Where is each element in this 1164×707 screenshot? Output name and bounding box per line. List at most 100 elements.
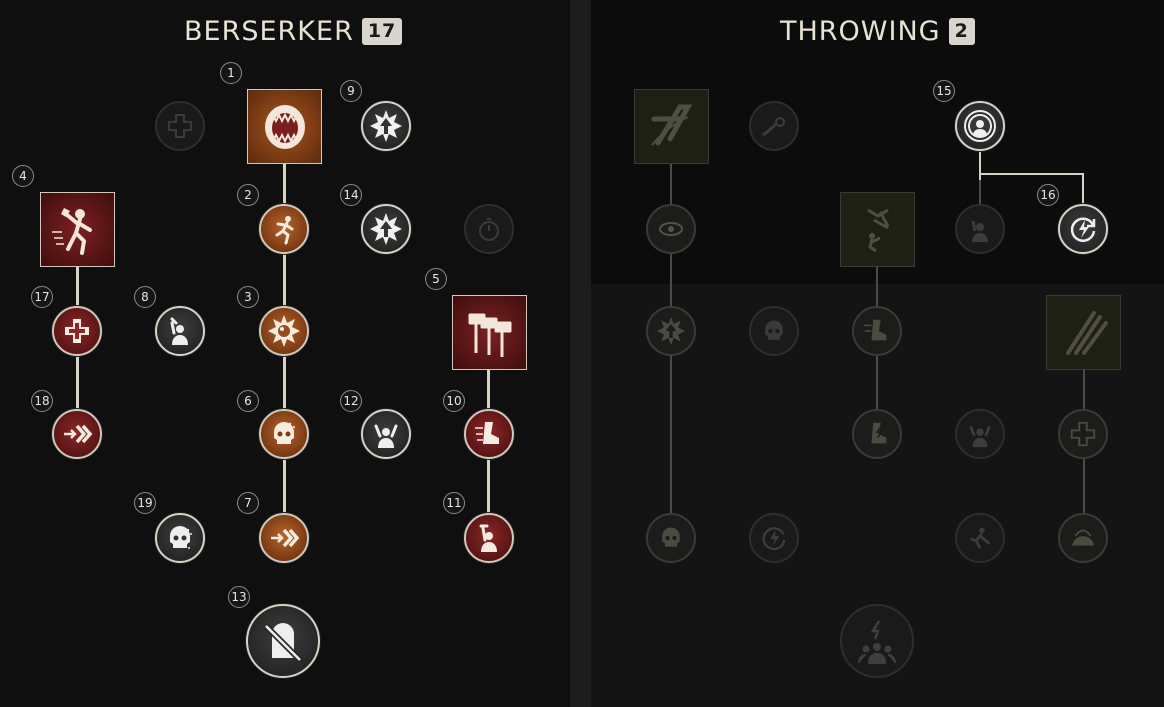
skill-node-5[interactable] xyxy=(452,295,527,370)
berserker-tree-header: BERSERKER 17 xyxy=(184,14,403,48)
skill-node-locked[interactable] xyxy=(464,204,514,254)
skull-icon xyxy=(765,320,783,340)
skill-node-locked[interactable] xyxy=(955,409,1005,459)
skill-number: 16 xyxy=(1037,184,1059,206)
speed-boot-icon xyxy=(871,422,887,444)
skill-number: 12 xyxy=(340,390,362,412)
skill-node-locked[interactable] xyxy=(852,409,902,459)
skill-number: 19 xyxy=(134,492,156,514)
skill-node-locked[interactable] xyxy=(749,513,799,563)
skill-node-2[interactable] xyxy=(259,204,309,254)
flexing-man-icon xyxy=(374,424,398,448)
skill-node-locked[interactable] xyxy=(155,101,205,151)
skill-node-12[interactable] xyxy=(361,409,411,459)
skill-number: 11 xyxy=(443,492,465,514)
lightning-cycle-icon xyxy=(762,527,786,551)
berserker-tree-panel: BERSERKER 17 1 2 3 4 5 6 7 8 9 10 11 12 … xyxy=(0,0,570,707)
skill-number: 8 xyxy=(134,286,156,308)
skill-number: 2 xyxy=(237,184,259,206)
roaring-mouth-icon xyxy=(264,104,305,149)
skill-node-14[interactable] xyxy=(361,204,411,254)
skill-number: 1 xyxy=(220,62,242,84)
throwing-tree-panel: THROWING 2 15 16 xyxy=(591,0,1164,707)
skill-node-locked[interactable] xyxy=(852,306,902,356)
stopwatch-icon xyxy=(479,218,499,241)
axe-thrower-icon xyxy=(51,207,92,255)
skill-number: 15 xyxy=(933,80,955,102)
panel-divider xyxy=(570,0,591,707)
skill-node-ultimate-locked[interactable] xyxy=(840,604,914,678)
skill-node-9[interactable] xyxy=(361,101,411,151)
flexing-man-icon xyxy=(971,220,988,242)
skill-number: 7 xyxy=(237,492,259,514)
medical-cross-icon xyxy=(1070,421,1096,447)
skill-node-8[interactable] xyxy=(155,306,205,356)
medical-cross-icon xyxy=(168,114,192,138)
flexing-man-icon xyxy=(170,317,188,345)
speed-boot-icon xyxy=(475,422,499,444)
skill-node-locked[interactable] xyxy=(646,306,696,356)
skill-node-19[interactable] xyxy=(155,513,205,563)
skill-node-locked[interactable] xyxy=(749,306,799,356)
speed-chevron-icon xyxy=(271,528,300,548)
points-badge: 2 xyxy=(948,17,975,45)
hammers-icon xyxy=(468,313,511,357)
skill-node-16[interactable] xyxy=(1058,204,1108,254)
skill-number: 3 xyxy=(237,286,259,308)
skill-node-locked[interactable] xyxy=(1046,295,1121,370)
burst-arrow-icon xyxy=(370,110,402,142)
skill-node-17[interactable] xyxy=(52,306,102,356)
skill-node-locked[interactable] xyxy=(955,204,1005,254)
skill-node-locked[interactable] xyxy=(1058,409,1108,459)
skill-node-7[interactable] xyxy=(259,513,309,563)
skill-number: 5 xyxy=(425,268,447,290)
claw-marks-icon xyxy=(1065,310,1108,355)
skill-number: 4 xyxy=(12,165,34,187)
skill-node-locked[interactable] xyxy=(646,513,696,563)
running-man-icon xyxy=(275,216,294,245)
connector-line xyxy=(1082,173,1084,208)
points-badge: 17 xyxy=(361,17,403,45)
skill-node-locked[interactable] xyxy=(646,204,696,254)
skill-node-10[interactable] xyxy=(464,409,514,459)
skull-icon xyxy=(274,422,295,444)
tree-title: THROWING xyxy=(780,15,941,47)
connector-line xyxy=(979,150,981,180)
skill-number: 17 xyxy=(31,286,53,308)
signal-person-icon xyxy=(964,110,996,142)
leaping-figure-icon xyxy=(970,527,991,549)
tree-title: BERSERKER xyxy=(184,15,354,47)
skill-node-locked[interactable] xyxy=(840,192,915,267)
skill-node-18[interactable] xyxy=(52,409,102,459)
skill-number: 9 xyxy=(340,80,362,102)
flexing-man-icon xyxy=(969,425,991,448)
comet-icon xyxy=(762,117,785,137)
skill-node-locked[interactable] xyxy=(749,101,799,151)
throw-slash-icon xyxy=(659,222,683,236)
skill-number: 14 xyxy=(340,184,362,206)
lightning-cycle-icon xyxy=(1070,217,1096,242)
explosion-icon xyxy=(268,315,300,347)
skill-number: 10 xyxy=(443,390,465,412)
speed-chevron-icon xyxy=(64,424,93,444)
skill-node-15[interactable] xyxy=(955,101,1005,151)
explosion-icon xyxy=(1071,529,1095,546)
throw-slash-icon xyxy=(650,104,692,146)
skill-node-locked[interactable] xyxy=(634,89,709,164)
skill-node-6[interactable] xyxy=(259,409,309,459)
skill-node-11[interactable] xyxy=(464,513,514,563)
flexing-man-icon xyxy=(479,524,497,552)
skill-number: 13 xyxy=(228,586,250,608)
throwing-tree-header: THROWING 2 xyxy=(780,14,975,48)
skill-node-locked[interactable] xyxy=(1058,513,1108,563)
skill-node-13[interactable] xyxy=(246,604,320,678)
team-lightning-icon xyxy=(858,620,896,664)
skill-node-1[interactable] xyxy=(247,89,322,164)
skill-node-3[interactable] xyxy=(259,306,309,356)
skill-node-locked[interactable] xyxy=(955,513,1005,563)
skill-node-4[interactable] xyxy=(40,192,115,267)
connector-line xyxy=(979,173,1084,175)
burst-arrow-icon xyxy=(370,213,402,245)
skull-icon xyxy=(662,527,680,547)
skill-number: 18 xyxy=(31,390,53,412)
